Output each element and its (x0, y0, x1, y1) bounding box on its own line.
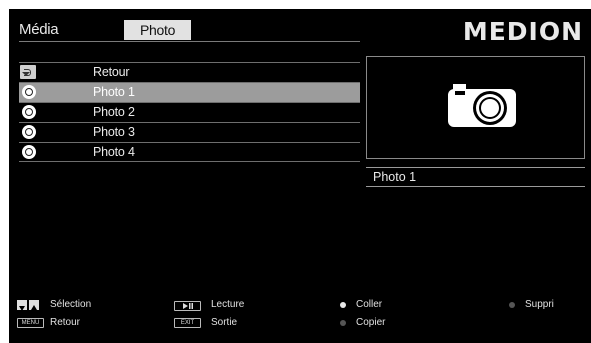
hint-paste: Coller (356, 299, 383, 310)
grey-button-icon (340, 320, 346, 326)
preview-title: Photo 1 (366, 167, 585, 187)
tab-photo[interactable]: Photo (124, 20, 191, 40)
camera-icon (448, 84, 516, 127)
list-item-label: Photo 1 (93, 85, 135, 99)
hint-exit: Sortie (211, 317, 238, 328)
list-item-label: Photo 3 (93, 125, 135, 139)
menu-key-icon: MENU (17, 318, 44, 328)
exit-key-icon: EXIT (174, 318, 201, 328)
back-icon (20, 65, 36, 79)
header-divider (19, 41, 360, 42)
list-item-label: Retour (93, 65, 130, 79)
list-item-label: Photo 2 (93, 105, 135, 119)
photo-file-icon (22, 125, 36, 139)
section-title: Média (19, 21, 59, 38)
list-item-photo-2[interactable]: Photo 2 (19, 102, 360, 122)
list-item-photo-3[interactable]: Photo 3 (19, 122, 360, 142)
hint-selection: Sélection (50, 299, 92, 310)
white-button-icon (340, 302, 346, 308)
preview-pane (366, 56, 585, 159)
photo-file-icon (22, 85, 36, 99)
hint-back: Retour (50, 317, 81, 328)
arrow-down-key-icon (17, 300, 27, 311)
list-item-retour[interactable]: Retour (19, 62, 360, 82)
hint-delete: Suppri (525, 299, 554, 310)
medion-logo: MEDION (462, 17, 583, 46)
play-pause-key-icon (174, 301, 201, 311)
list-item-photo-4[interactable]: Photo 4 (19, 142, 360, 162)
photo-file-icon (22, 105, 36, 119)
hint-copy: Copier (356, 317, 386, 328)
photo-file-icon (22, 145, 36, 159)
tv-screen: Média Photo MEDION Retour Photo 1 Photo … (9, 9, 591, 343)
footer-help-bar: Sélection Lecture Coller Suppri MENU Ret… (9, 297, 591, 343)
grey-button-icon (509, 302, 515, 308)
arrow-up-key-icon (29, 300, 39, 310)
hint-play: Lecture (211, 299, 245, 310)
list-item-label: Photo 4 (93, 145, 135, 159)
list-item-photo-1[interactable]: Photo 1 (19, 82, 360, 102)
media-file-list: Retour Photo 1 Photo 2 Photo 3 Photo 4 (19, 62, 360, 162)
